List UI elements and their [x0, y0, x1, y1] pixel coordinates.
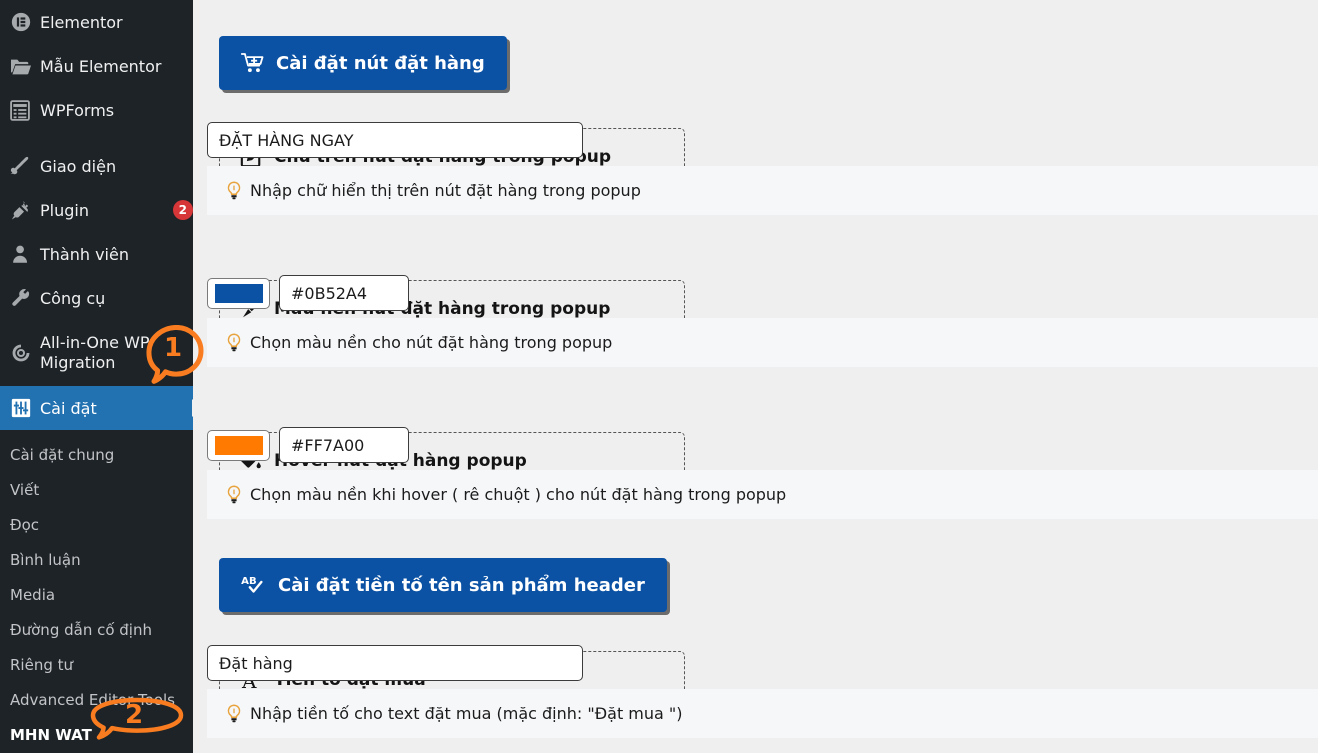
- submenu-item-doc[interactable]: Đọc: [0, 508, 193, 543]
- tools-wrench-icon: [10, 287, 40, 309]
- hint-text: Chọn màu nền khi hover ( rê chuột ) cho …: [250, 485, 787, 504]
- lightbulb-icon: [225, 485, 243, 504]
- sidebar-item-tools[interactable]: Công cụ: [0, 276, 193, 320]
- hint-text: Nhập chữ hiển thị trên nút đặt hàng tron…: [250, 181, 641, 200]
- color-row-hover-nut: [207, 427, 409, 463]
- submenu-item-binh-luan[interactable]: Bình luận: [0, 543, 193, 578]
- hint-tien-to-dat-mua: Nhập tiền tố cho text đặt mua (mặc định:…: [207, 689, 1318, 738]
- admin-sidebar: Elementor Mẫu Elementor WPForms Giao diệ…: [0, 0, 193, 753]
- color-swatch-fill: [214, 435, 263, 455]
- settings-sliders-icon: [10, 397, 40, 419]
- submenu-item-advanced-editor-tools[interactable]: Advanced Editor Tools: [0, 683, 193, 718]
- sidebar-item-label: Giao diện: [40, 156, 117, 176]
- sidebar-item-all-in-one-wp-migration[interactable]: All-in-One WP Migration: [0, 320, 193, 386]
- sidebar-separator: [0, 132, 193, 144]
- cart-plus-icon: [241, 52, 265, 74]
- color-swatch-fill: [214, 283, 263, 303]
- color-row-mau-nen-nut: [207, 275, 409, 311]
- color-swatch-hover-nut[interactable]: [207, 429, 270, 461]
- hint-chu-tren-nut: Nhập chữ hiển thị trên nút đặt hàng tron…: [207, 166, 1318, 215]
- sidebar-item-elementor[interactable]: Elementor: [0, 0, 193, 44]
- lightbulb-icon: [225, 704, 243, 723]
- sidebar-item-elementor-templates[interactable]: Mẫu Elementor: [0, 44, 193, 88]
- settings-submenu: Cài đặt chung Viết Đọc Bình luận Media Đ…: [0, 430, 193, 753]
- sidebar-item-settings[interactable]: Cài đặt: [0, 386, 193, 430]
- submenu-item-media[interactable]: Media: [0, 578, 193, 613]
- hint-text: Chọn màu nền cho nút đặt hàng trong popu…: [250, 333, 613, 352]
- wpforms-icon: [10, 99, 40, 121]
- lightbulb-icon: [225, 333, 243, 352]
- plugin-icon: [10, 199, 40, 221]
- section-heading-label: Cài đặt nút đặt hàng: [276, 52, 485, 74]
- input-tien-to-dat-mua[interactable]: [207, 645, 583, 681]
- section-heading-prefix-button[interactable]: AB Cài đặt tiền tố tên sản phẩm header: [219, 558, 667, 612]
- sidebar-item-label: Plugin: [40, 200, 89, 220]
- section-heading-order-button[interactable]: Cài đặt nút đặt hàng: [219, 36, 507, 90]
- submenu-item-cai-dat-chung[interactable]: Cài đặt chung: [0, 438, 193, 473]
- sidebar-item-label: Elementor: [40, 12, 123, 32]
- sidebar-item-label: WPForms: [40, 100, 115, 120]
- settings-content: Cài đặt nút đặt hàng Chữ trên nút đặt hà…: [193, 0, 1318, 753]
- folder-icon: [10, 56, 40, 76]
- sidebar-item-users[interactable]: Thành viên: [0, 232, 193, 276]
- hex-input-mau-nen-nut[interactable]: [279, 275, 409, 311]
- migration-icon: [10, 342, 40, 364]
- hint-text: Nhập tiền tố cho text đặt mua (mặc định:…: [250, 704, 683, 723]
- input-chu-tren-nut[interactable]: [207, 122, 583, 158]
- sidebar-item-appearance[interactable]: Giao diện: [0, 144, 193, 188]
- hint-mau-nen-nut: Chọn màu nền cho nút đặt hàng trong popu…: [207, 318, 1318, 367]
- hint-hover-nut: Chọn màu nền khi hover ( rê chuột ) cho …: [207, 470, 1318, 519]
- users-icon: [10, 243, 40, 265]
- app-root: Elementor Mẫu Elementor WPForms Giao diệ…: [0, 0, 1318, 753]
- sidebar-item-plugins[interactable]: Plugin 2: [0, 188, 193, 232]
- appearance-brush-icon: [10, 155, 40, 177]
- plugin-update-badge: 2: [172, 200, 193, 220]
- submenu-item-rieng-tu[interactable]: Riêng tư: [0, 648, 193, 683]
- color-swatch-mau-nen-nut[interactable]: [207, 277, 270, 309]
- section-heading-label: Cài đặt tiền tố tên sản phẩm header: [278, 574, 645, 596]
- sidebar-item-label: Mẫu Elementor: [40, 56, 162, 76]
- lightbulb-icon: [225, 181, 243, 200]
- sidebar-item-label: Công cụ: [40, 288, 106, 308]
- sidebar-item-label: Thành viên: [40, 244, 129, 264]
- elementor-icon: [10, 11, 40, 33]
- sidebar-item-wpforms[interactable]: WPForms: [0, 88, 193, 132]
- svg-text:AB: AB: [241, 576, 256, 587]
- hex-input-hover-nut[interactable]: [279, 427, 409, 463]
- sidebar-item-label: All-in-One WP Migration: [40, 333, 150, 372]
- sidebar-item-label: Cài đặt: [40, 398, 97, 418]
- spellcheck-ab-icon: AB: [241, 574, 267, 596]
- submenu-item-viet[interactable]: Viết: [0, 473, 193, 508]
- submenu-item-mhn-wat[interactable]: MHN WAT: [0, 718, 193, 753]
- submenu-item-duong-dan-co-dinh[interactable]: Đường dẫn cố định: [0, 613, 193, 648]
